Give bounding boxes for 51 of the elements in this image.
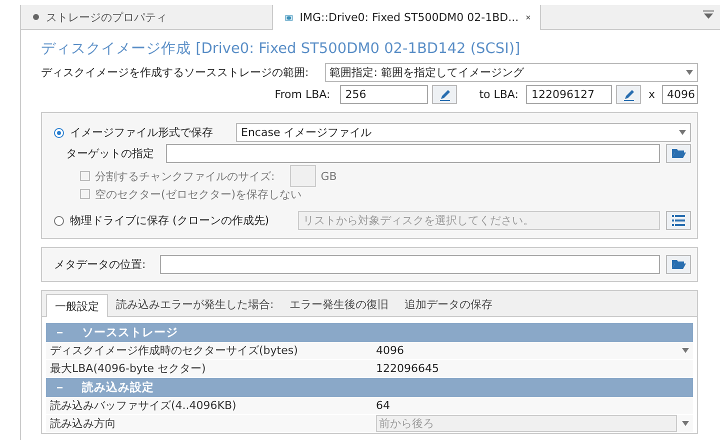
radio-button[interactable] — [54, 216, 64, 226]
property-name: 読み込みバッファサイズ(4..4096KB) — [49, 398, 238, 413]
browse-button[interactable] — [666, 255, 691, 274]
settings-tab[interactable]: 読み込みエラーが発生した場合: — [108, 291, 282, 316]
field-label: to LBA: — [479, 88, 518, 101]
property-name: 最大LBA(4096-byte セクター) — [49, 361, 207, 376]
dropdown-arrow-icon — [678, 130, 686, 135]
menu-icon[interactable] — [703, 10, 714, 19]
folder-icon — [672, 259, 686, 270]
list-button[interactable] — [666, 211, 691, 230]
field-label: From LBA: — [274, 88, 330, 101]
edit-button[interactable] — [616, 85, 642, 104]
pencil-icon — [622, 88, 635, 100]
dropdown-arrow-icon — [682, 348, 688, 353]
browse-button[interactable] — [666, 144, 691, 163]
radio-label: イメージファイル形式で保存 — [70, 125, 214, 140]
field-label: x — [648, 88, 655, 101]
settings-tab[interactable]: 追加データの保存 — [396, 291, 501, 316]
document-tab[interactable]: IMG::Drive0: Fixed ST500DM0 02-1BD... — [273, 5, 541, 30]
radio-label: 物理ドライブに保存 (クローンの作成先) — [70, 213, 270, 228]
field-label: メタデータの位置: — [54, 257, 147, 272]
property-name: 読み込み方向 — [49, 416, 117, 431]
target-field[interactable] — [166, 144, 660, 163]
multiplier-field[interactable]: 4096 — [662, 85, 698, 104]
list-icon — [672, 215, 685, 226]
format-dropdown[interactable]: Encase イメージファイル — [236, 123, 691, 142]
value-cell-text: 122096645 — [375, 362, 440, 375]
radio-button[interactable] — [54, 128, 64, 138]
edit-button[interactable] — [432, 85, 458, 104]
folder-icon — [672, 148, 686, 159]
pencil-icon — [438, 88, 451, 100]
property-name: ディスクイメージ作成時のセクターサイズ(bytes) — [49, 343, 299, 358]
settings-tab[interactable]: エラー発生後の復旧 — [282, 291, 397, 316]
unit-label: GB — [320, 170, 337, 182]
field-label: ターゲットの指定 — [66, 146, 155, 161]
settings-tab[interactable]: 一般設定 — [46, 294, 108, 317]
value-cell-text: 64 — [375, 399, 391, 412]
dropdown-arrow-icon — [686, 70, 692, 75]
close-icon[interactable] — [526, 13, 530, 22]
chunk-size-field[interactable] — [290, 165, 316, 187]
field-label: ディスクイメージを作成するソースストレージの範囲: — [41, 65, 309, 80]
option-label: 分割するチャンクファイルのサイズ: — [95, 168, 275, 184]
page-title: ディスクイメージ作成 [Drive0: Fixed ST500DM0 02-1BD142 (SCSI)] — [41, 40, 522, 58]
metadata-field[interactable] — [160, 255, 660, 274]
range-dropdown[interactable]: 範囲指定: 範囲を指定してイメージング — [324, 63, 698, 82]
dropdown-arrow-icon — [682, 421, 688, 426]
from-lba-field[interactable]: 256 — [340, 85, 428, 104]
dot-icon — [33, 14, 39, 20]
to-lba-field[interactable]: 122096127 — [526, 85, 612, 104]
option-label: 空のセクター(ゼロセクター)を保存しない — [95, 186, 302, 202]
value-dropdown[interactable]: 4096 — [373, 344, 693, 357]
